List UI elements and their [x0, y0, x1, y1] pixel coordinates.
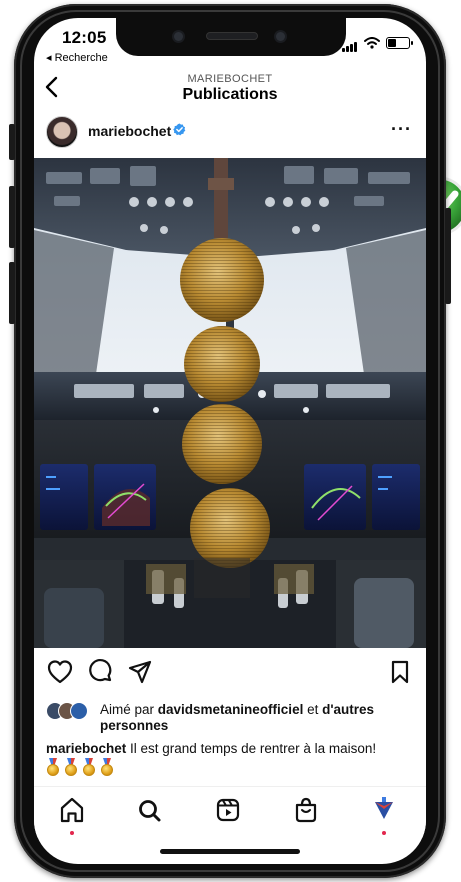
- avatar[interactable]: [46, 116, 78, 148]
- tab-home[interactable]: [52, 793, 92, 835]
- mute-switch: [9, 124, 15, 160]
- bottom-tab-bar: [34, 786, 426, 838]
- post-photo[interactable]: [34, 158, 426, 648]
- home-icon: [60, 797, 84, 823]
- tab-reels[interactable]: [208, 793, 248, 833]
- profile-avatar-icon: [375, 797, 393, 819]
- shop-bag-icon: [295, 797, 317, 823]
- liker-username[interactable]: davidsmetanineofficiel: [158, 702, 304, 717]
- verified-badge-icon: [173, 123, 186, 136]
- stage: 12:05 ◂ Recherche MARIEBOCHET Publicatio…: [0, 0, 461, 882]
- likes-summary[interactable]: Aimé par davidsmetanineofficiel et d'aut…: [46, 700, 416, 740]
- caption-medal-emojis: [46, 758, 114, 776]
- search-icon: [139, 800, 161, 822]
- status-indicators: [342, 34, 413, 52]
- medal-emoji-icon: [100, 758, 114, 776]
- post-author-row: mariebochet ···: [34, 114, 426, 154]
- page-title: Publications: [182, 86, 278, 103]
- like-heart-icon[interactable]: [46, 658, 74, 686]
- header-username: MARIEBOCHET: [187, 73, 273, 85]
- notch: [116, 18, 346, 56]
- author-username[interactable]: mariebochet: [88, 123, 171, 139]
- signal-icon: [342, 34, 358, 52]
- screen: 12:05 ◂ Recherche MARIEBOCHET Publicatio…: [34, 18, 426, 864]
- volume-up-button: [9, 186, 15, 248]
- wifi-icon: [364, 37, 380, 49]
- tab-shop[interactable]: [286, 793, 326, 833]
- status-bar: 12:05 ◂ Recherche: [34, 18, 426, 66]
- active-dot: [70, 831, 74, 835]
- likes-conjunction: et: [303, 702, 323, 717]
- medal-emoji-icon: [64, 758, 78, 776]
- liker-avatars: [46, 702, 98, 720]
- save-bookmark-icon[interactable]: [386, 658, 414, 686]
- medal-emoji-icon: [46, 758, 60, 776]
- share-send-icon[interactable]: [126, 658, 154, 686]
- power-button: [445, 208, 451, 304]
- tab-search[interactable]: [130, 793, 170, 833]
- battery-icon: [386, 37, 413, 49]
- back-to-app-link[interactable]: ◂ Recherche: [46, 51, 108, 64]
- post-actions: [34, 658, 426, 692]
- volume-down-button: [9, 262, 15, 324]
- likes-prefix: Aimé par: [100, 702, 158, 717]
- nav-header: MARIEBOCHET Publications: [34, 66, 426, 112]
- post-caption: mariebochet Il est grand temps de rentre…: [46, 740, 416, 757]
- reels-icon: [216, 798, 240, 822]
- medal-emoji-icon: [82, 758, 96, 776]
- caption-username[interactable]: mariebochet: [46, 741, 126, 756]
- liker-avatar: [70, 702, 88, 720]
- home-indicator[interactable]: [160, 849, 300, 854]
- caption-text: Il est grand temps de rentrer à la maiso…: [126, 741, 377, 756]
- status-time: 12:05: [62, 28, 107, 47]
- tab-profile[interactable]: [364, 793, 404, 835]
- active-dot: [382, 831, 386, 835]
- likes-text: Aimé par davidsmetanineofficiel et d'aut…: [100, 702, 416, 734]
- comment-bubble-icon[interactable]: [86, 658, 114, 686]
- more-options-icon[interactable]: ···: [391, 119, 412, 140]
